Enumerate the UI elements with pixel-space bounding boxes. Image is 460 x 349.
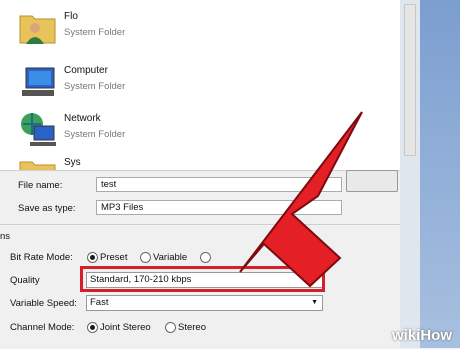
red-arrow-icon [239,111,363,288]
watermark: wikiHow [391,327,452,344]
